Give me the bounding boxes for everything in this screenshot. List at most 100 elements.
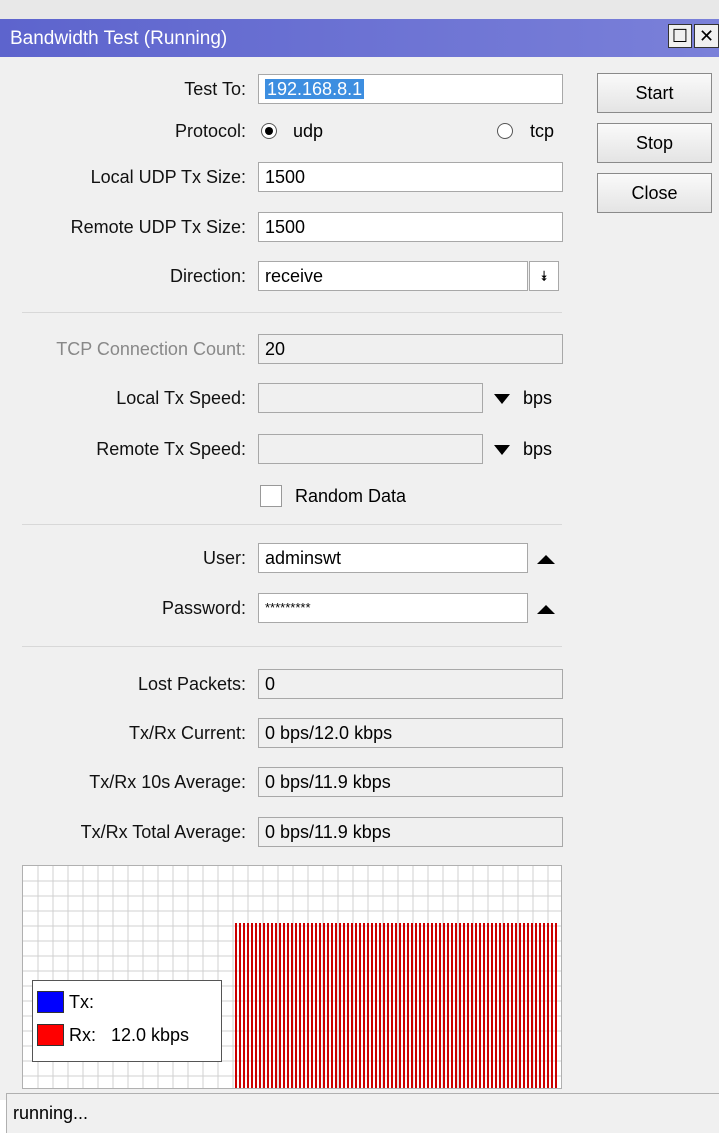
remote-tx-speed-unit: bps <box>523 439 553 459</box>
rx-bar <box>239 923 241 1088</box>
tcp-radio[interactable] <box>497 123 513 139</box>
rx-bar <box>387 923 389 1088</box>
rx-bar <box>483 923 485 1088</box>
rx-bar <box>343 923 345 1088</box>
rx-legend-label: Rx: <box>69 1025 96 1045</box>
lost-packets-label: Lost Packets: <box>137 674 246 694</box>
rx-bar <box>403 923 405 1088</box>
rx-bar <box>419 923 421 1088</box>
rx-bar <box>527 923 529 1088</box>
rx-bar <box>287 923 289 1088</box>
tcp-connection-count-label: TCP Connection Count: <box>56 339 246 359</box>
rx-bar <box>327 923 329 1088</box>
rx-bar <box>351 923 353 1088</box>
local-tx-speed-input[interactable] <box>258 383 483 413</box>
user-input[interactable]: adminswt <box>258 543 528 573</box>
close-icon[interactable]: ✕ <box>694 24 719 48</box>
rx-bar <box>247 923 249 1088</box>
rx-bar <box>251 923 253 1088</box>
rx-bar <box>347 923 349 1088</box>
window-title: Bandwidth Test (Running) <box>10 28 228 49</box>
direction-dropdown-button[interactable]: ⯯ <box>529 261 559 291</box>
remote-tx-speed-dropdown-icon[interactable] <box>494 445 510 455</box>
rx-bar <box>523 923 525 1088</box>
rx-swatch <box>37 1024 64 1046</box>
tcp-radio-label: tcp <box>530 121 555 141</box>
local-tx-speed-dropdown-icon[interactable] <box>494 394 510 404</box>
rx-bar <box>439 923 441 1088</box>
rx-bar <box>415 923 417 1088</box>
rx-bar <box>367 923 369 1088</box>
rx-bar <box>539 923 541 1088</box>
rx-bar <box>435 923 437 1088</box>
random-data-checkbox[interactable] <box>260 485 282 507</box>
rx-bar <box>467 923 469 1088</box>
rx-bar <box>455 923 457 1088</box>
user-collapse-icon[interactable] <box>537 555 555 564</box>
rx-bar <box>547 923 549 1088</box>
dropdown-arrow-icon: ⯯ <box>539 268 549 284</box>
rx-bar <box>331 923 333 1088</box>
random-data-label: Random Data <box>295 486 407 506</box>
start-button[interactable]: Start <box>597 73 712 113</box>
test-to-label: Test To: <box>184 79 246 99</box>
rx-bar <box>495 923 497 1088</box>
rx-bar <box>507 923 509 1088</box>
restore-icon[interactable]: ☐ <box>668 24 692 48</box>
password-input[interactable]: ********* <box>258 593 528 623</box>
rx-bar <box>531 923 533 1088</box>
rx-bar <box>515 923 517 1088</box>
status-bar: running... <box>6 1093 719 1133</box>
rx-bar <box>447 923 449 1088</box>
rx-bar <box>283 923 285 1088</box>
rx-bar <box>255 923 257 1088</box>
password-label: Password: <box>161 598 246 618</box>
txrx-total-average-value: 0 bps/11.9 kbps <box>258 817 563 847</box>
rx-bar <box>303 923 305 1088</box>
rx-bar <box>319 923 321 1088</box>
rx-bar <box>315 923 317 1088</box>
rx-bar <box>459 923 461 1088</box>
rx-bar <box>399 923 401 1088</box>
rx-bar <box>363 923 365 1088</box>
rx-bar <box>271 923 273 1088</box>
rx-bar <box>311 923 313 1088</box>
rx-bar <box>543 923 545 1088</box>
rx-bar <box>391 923 393 1088</box>
udp-radio[interactable] <box>261 123 277 139</box>
rx-bar <box>259 923 261 1088</box>
rx-bar <box>295 923 297 1088</box>
remote-tx-speed-input[interactable] <box>258 434 483 464</box>
lost-packets-value: 0 <box>258 669 563 699</box>
rx-bar <box>335 923 337 1088</box>
graph-legend: Tx: Rx: 12.0 kbps <box>32 980 222 1062</box>
local-udp-tx-size-input[interactable]: 1500 <box>258 162 563 192</box>
rx-bar <box>443 923 445 1088</box>
rx-bar <box>235 923 237 1088</box>
rx-bar <box>479 923 481 1088</box>
bandwidth-test-window: Bandwidth Test (Running) ☐ ✕ Start Stop … <box>0 0 719 1133</box>
rx-bar <box>511 923 513 1088</box>
rx-bar <box>491 923 493 1088</box>
rx-bar <box>291 923 293 1088</box>
close-button[interactable]: Close <box>597 173 712 213</box>
rx-bar <box>431 923 433 1088</box>
rx-bar <box>379 923 381 1088</box>
rx-bar <box>307 923 309 1088</box>
separator-1 <box>22 312 562 313</box>
test-to-input[interactable]: 192.168.8.1 <box>258 74 563 104</box>
rx-bar <box>375 923 377 1088</box>
remote-udp-tx-size-input[interactable]: 1500 <box>258 212 563 242</box>
rx-bar <box>555 923 557 1088</box>
rx-bar <box>451 923 453 1088</box>
rx-bar <box>355 923 357 1088</box>
rx-bar <box>487 923 489 1088</box>
rx-bar <box>243 923 245 1088</box>
rx-bar <box>499 923 501 1088</box>
remote-tx-speed-label: Remote Tx Speed: <box>96 439 246 459</box>
local-udp-tx-size-label: Local UDP Tx Size: <box>90 167 246 187</box>
stop-button[interactable]: Stop <box>597 123 712 163</box>
direction-select[interactable]: receive <box>258 261 528 291</box>
password-collapse-icon[interactable] <box>537 605 555 614</box>
txrx-10s-average-label: Tx/Rx 10s Average: <box>89 772 246 792</box>
